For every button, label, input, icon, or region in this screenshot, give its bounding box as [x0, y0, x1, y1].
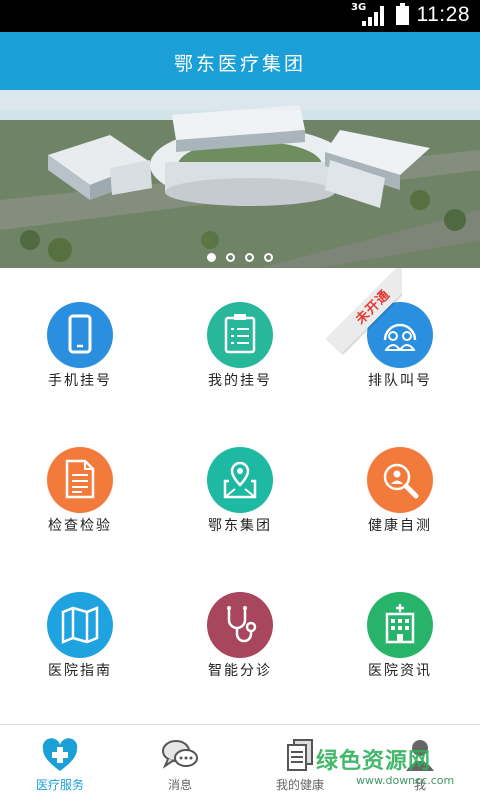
hospital-guide-button[interactable]: 医院指南 — [0, 558, 160, 698]
clipboard-list-icon — [207, 302, 273, 368]
grid-item-label: 排队叫号 — [368, 373, 432, 389]
clock: 11:28 — [416, 3, 470, 26]
carousel-dot[interactable] — [226, 253, 235, 262]
carousel-dot[interactable] — [245, 253, 254, 262]
banner-carousel[interactable] — [0, 90, 480, 268]
my-registrations-button[interactable]: 我的挂号 — [160, 268, 320, 408]
grid-item-label: 智能分诊 — [208, 663, 272, 679]
map-icon — [47, 592, 113, 658]
status-bar: 3G 11:28 — [0, 0, 480, 32]
grid-item-label: 手机挂号 — [48, 373, 112, 389]
stethoscope-icon — [207, 592, 273, 658]
service-grid: 手机挂号 我的挂号 排队叫号 检查检验 鄂东集团 健康自测 医院指南 智能分诊 … — [0, 268, 480, 724]
hospital-campus-image — [0, 90, 480, 268]
magnifier-person-icon — [367, 447, 433, 513]
grid-item-label: 我的挂号 — [208, 373, 272, 389]
heart-plus-icon — [42, 738, 78, 771]
mobile-phone-icon — [47, 302, 113, 368]
documents-stack-icon — [287, 739, 313, 771]
tab-my-health[interactable]: 我的健康 — [240, 725, 360, 800]
chat-bubbles-icon — [162, 740, 198, 769]
mobile-registration-button[interactable]: 手机挂号 — [0, 268, 160, 408]
carousel-dot[interactable] — [207, 253, 216, 262]
grid-item-label: 鄂东集团 — [208, 518, 272, 534]
battery-icon — [396, 3, 409, 25]
tab-medical-service[interactable]: 医疗服务 — [0, 725, 120, 800]
tab-me[interactable]: 我 — [360, 725, 480, 800]
document-icon — [47, 447, 113, 513]
hospital-news-button[interactable]: 医院资讯 — [320, 558, 480, 698]
grid-item-label: 医院指南 — [48, 663, 112, 679]
carousel-dot[interactable] — [264, 253, 273, 262]
tab-label: 消息 — [167, 778, 192, 792]
grid-item-label: 检查检验 — [48, 518, 112, 534]
tab-label: 我 — [413, 778, 426, 792]
group-location-button[interactable]: 鄂东集团 — [160, 413, 320, 553]
exam-test-button[interactable]: 检查检验 — [0, 413, 160, 553]
health-self-test-button[interactable]: 健康自测 — [320, 413, 480, 553]
ribbon-label: 未开通 — [353, 287, 394, 328]
map-pin-icon — [207, 447, 273, 513]
tab-label: 医疗服务 — [35, 778, 84, 792]
not-available-ribbon: 未开通 — [312, 268, 402, 358]
smart-triage-button[interactable]: 智能分诊 — [160, 558, 320, 698]
bottom-tab-bar: 医疗服务 消息 我的健康 我 — [0, 724, 480, 800]
grid-item-label: 医院资讯 — [368, 663, 432, 679]
page-title: 鄂东医疗集团 — [173, 53, 306, 75]
tab-messages[interactable]: 消息 — [120, 725, 240, 800]
grid-item-label: 健康自测 — [368, 518, 432, 534]
app-header: 鄂东医疗集团 — [0, 32, 480, 90]
carousel-indicator — [0, 253, 480, 262]
tab-label: 我的健康 — [275, 778, 324, 792]
hospital-building-icon — [367, 592, 433, 658]
signal-icon — [362, 6, 384, 26]
person-icon — [406, 740, 434, 771]
